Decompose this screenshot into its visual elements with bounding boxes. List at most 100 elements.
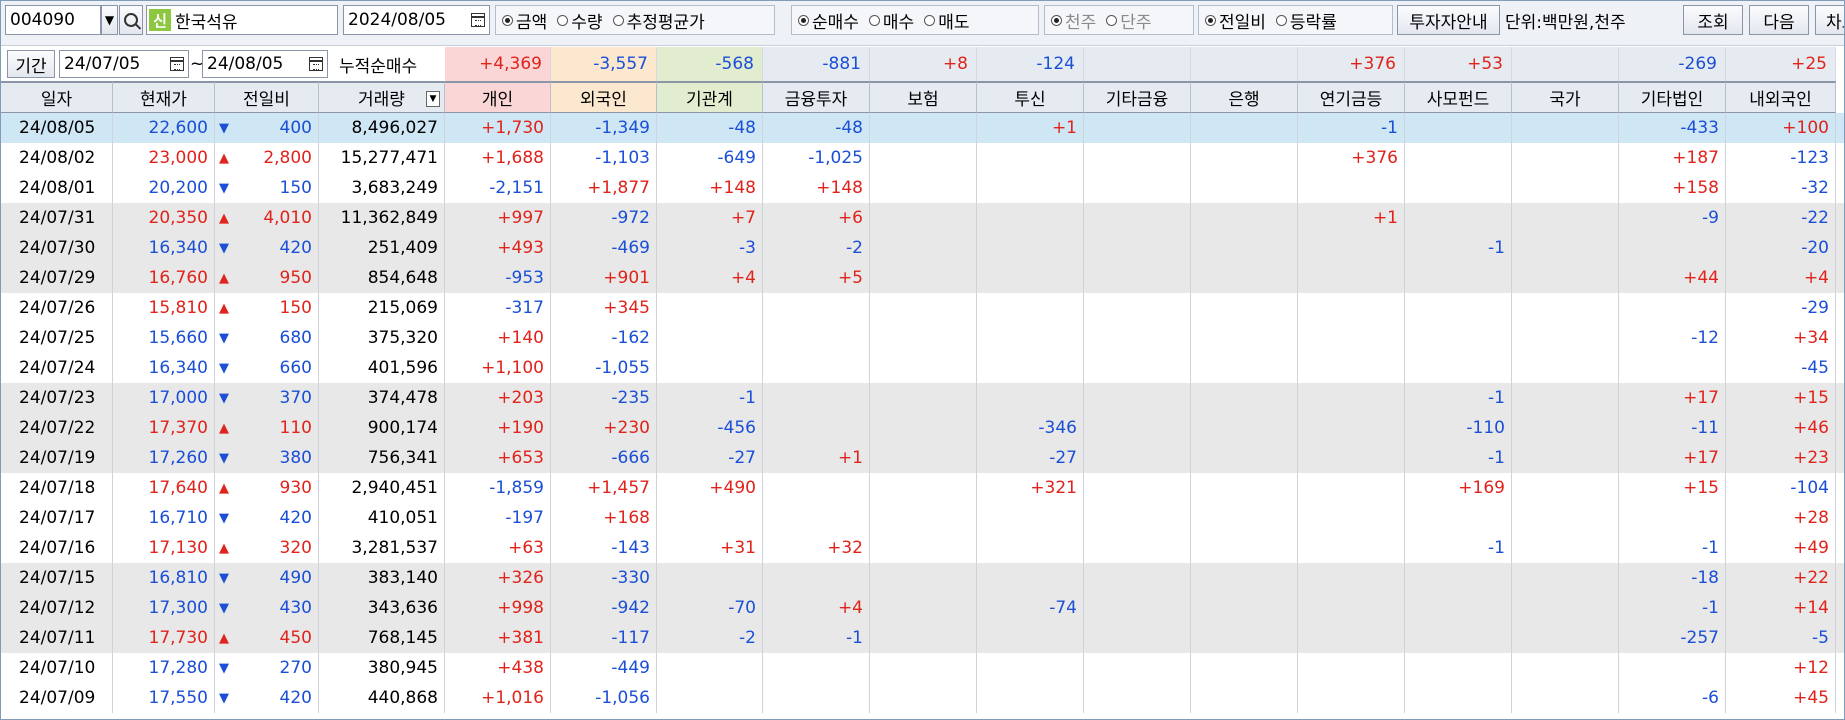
radio-net-buy[interactable]: 순매수 [798, 8, 859, 33]
cell-price: 17,730 [113, 623, 215, 653]
cell-nation [1512, 533, 1619, 563]
table-row[interactable]: 24/07/25 15,660 ▼ 680 375,320 +140 -162 -12 +34 [1, 323, 1844, 353]
table-row[interactable]: 24/07/24 16,340 ▼ 660 401,596 +1,100 -1,055 -45 [1, 353, 1844, 383]
cell-personal: +203 [445, 383, 551, 413]
table-row[interactable]: 24/07/12 17,300 ▼ 430 343,636 +998 -942 -70 +4 -7… [1, 593, 1844, 623]
table-row[interactable]: 24/07/19 17,260 ▼ 380 756,341 +653 -666 -27 +1 -2… [1, 443, 1844, 473]
cell-bank [1191, 533, 1298, 563]
cell-institution: -70 [657, 593, 763, 623]
cell-institution: +490 [657, 473, 763, 503]
cell-domestic-foreign: +4 [1726, 263, 1836, 293]
column-header-volume[interactable]: 거래량 ▼ [319, 81, 445, 113]
cell-change: ▼ 380 [215, 443, 319, 473]
radio-quantity[interactable]: 수량 [557, 8, 603, 33]
search-button[interactable] [119, 5, 143, 35]
table-row[interactable]: 24/07/11 17,730 ▲ 450 768,145 +381 -117 -2 -1 -25… [1, 623, 1844, 653]
table-row[interactable]: 24/07/23 17,000 ▼ 370 374,478 +203 -235 -1 -1 +17… [1, 383, 1844, 413]
table-row[interactable]: 24/07/26 15,810 ▲ 150 215,069 -317 +345 -29 [1, 293, 1844, 323]
cell-other-corp: +15 [1619, 473, 1726, 503]
column-header-other-corp[interactable]: 기타법인 [1619, 81, 1726, 113]
column-header-insurance[interactable]: 보험 [870, 81, 977, 113]
cell-institution [657, 353, 763, 383]
unit-label: 단위:백만원,천주 [1505, 12, 1626, 33]
cell-pension [1298, 263, 1405, 293]
column-header-other-finance[interactable]: 기타금융 [1084, 81, 1191, 113]
table-row[interactable]: 24/08/01 20,200 ▼ 150 3,683,249 -2,151 +1,877 +… [1, 173, 1844, 203]
radio-prev-day[interactable]: 전일비 [1205, 8, 1266, 33]
cell-institution: -2 [657, 623, 763, 653]
stock-code-input[interactable]: 004090 [5, 5, 101, 35]
cell-bank [1191, 173, 1298, 203]
cell-price: 17,640 [113, 473, 215, 503]
cell-volume: 3,281,537 [319, 533, 445, 563]
calendar-icon[interactable] [170, 57, 184, 71]
sort-dropdown-icon[interactable]: ▼ [426, 91, 440, 107]
column-header-date[interactable]: 일자 [1, 81, 113, 113]
period-to-input[interactable]: 24/08/05 [202, 50, 328, 78]
chart-button[interactable]: 차트 [1815, 5, 1844, 35]
radio-thousand-shares[interactable]: 천주 [1051, 8, 1096, 33]
change-value: 270 [279, 658, 312, 678]
table-row[interactable]: 24/08/02 23,000 ▲ 2,800 15,277,471 +1,688 -1,1… [1, 143, 1844, 173]
calendar-icon[interactable] [309, 57, 323, 71]
table-row[interactable]: 24/07/29 16,760 ▲ 950 854,648 -953 +901 +4 +5 +44… [1, 263, 1844, 293]
cell-foreign: -449 [551, 653, 657, 683]
radio-change-rate[interactable]: 등락률 [1275, 8, 1337, 33]
query-button[interactable]: 조회 [1683, 5, 1743, 35]
table-row[interactable]: 24/07/16 17,130 ▲ 320 3,281,537 +63 -143 +31 +32… [1, 533, 1844, 563]
code-dropdown-button[interactable]: ▼ [101, 5, 118, 35]
radio-single-shares[interactable]: 단주 [1106, 8, 1152, 33]
column-header-price[interactable]: 현재가 [113, 81, 215, 113]
column-header-foreign[interactable]: 외국인 [551, 81, 657, 113]
column-header-private-fund[interactable]: 사모펀드 [1405, 81, 1512, 113]
table-row[interactable]: 24/07/17 16,710 ▼ 420 410,051 -197 +168 +28 [1, 503, 1844, 533]
cell-price: 16,340 [113, 353, 215, 383]
up-arrow-icon: ▲ [219, 300, 229, 316]
table-row[interactable]: 24/07/09 17,550 ▼ 420 440,868 +1,016 -1,056 -6 +… [1, 683, 1844, 713]
cell-volume: 15,277,471 [319, 143, 445, 173]
column-header-investment-trust[interactable]: 투신 [977, 81, 1084, 113]
cell-insurance [870, 473, 977, 503]
table-row[interactable]: 24/08/05 22,600 ▼ 400 8,496,027 +1,730 -1,349-… [1, 113, 1844, 143]
table-row[interactable]: 24/07/22 17,370 ▲ 110 900,174 +190 +230 -456 -34… [1, 413, 1844, 443]
column-header-pension[interactable]: 연기금등 [1298, 81, 1405, 113]
down-arrow-icon: ▼ [219, 570, 229, 586]
column-header-bank[interactable]: 은행 [1191, 81, 1298, 113]
cell-financial-invest [763, 503, 870, 533]
column-header-financial-invest[interactable]: 금융투자 [763, 81, 870, 113]
table-row[interactable]: 24/07/31 20,350 ▲ 4,010 11,362,849 +997 -972 +7… [1, 203, 1844, 233]
next-button[interactable]: 다음 [1749, 5, 1809, 35]
table-row[interactable]: 24/07/30 16,340 ▼ 420 251,409 +493 -469 -3 -2 -1 -… [1, 233, 1844, 263]
calendar-icon[interactable] [471, 13, 485, 27]
column-header-domestic-foreign[interactable]: 내외국인 [1726, 81, 1836, 113]
column-header-nation[interactable]: 국가 [1512, 81, 1619, 113]
stock-name-field[interactable]: 신 한국석유 [146, 5, 338, 35]
cell-volume: 900,174 [319, 413, 445, 443]
cell-bank [1191, 473, 1298, 503]
up-arrow-icon: ▲ [219, 210, 229, 226]
cell-insurance [870, 353, 977, 383]
cell-institution: +148 [657, 173, 763, 203]
cell-bank [1191, 353, 1298, 383]
radio-estimated-avg[interactable]: 추정평균가 [612, 8, 705, 33]
investor-guide-button[interactable]: 투자자안내 [1397, 5, 1500, 35]
column-header-personal[interactable]: 개인 [445, 81, 551, 113]
cell-insurance [870, 233, 977, 263]
cell-nation [1512, 323, 1619, 353]
cell-price: 23,000 [113, 143, 215, 173]
cell-date: 24/08/01 [1, 173, 113, 203]
table-row[interactable]: 24/07/15 16,810 ▼ 490 383,140 +326 -330 -18 +22 [1, 563, 1844, 593]
radio-sell[interactable]: 매도 [924, 8, 969, 33]
change-value: 450 [279, 628, 312, 648]
radio-amount[interactable]: 금액 [502, 8, 547, 33]
cell-pension [1298, 503, 1405, 533]
table-row[interactable]: 24/07/18 17,640 ▲ 930 2,940,451 -1,859 +1,457 +… [1, 473, 1844, 503]
table-row[interactable]: 24/07/10 17,280 ▼ 270 380,945 +438 -449 +12 [1, 653, 1844, 683]
period-from-input[interactable]: 24/07/05 [59, 50, 189, 78]
down-arrow-icon: ▼ [219, 510, 229, 526]
date-input[interactable]: 2024/08/05 [343, 5, 490, 35]
cell-volume: 343,636 [319, 593, 445, 623]
column-header-change[interactable]: 전일비 [215, 81, 319, 113]
radio-buy[interactable]: 매수 [868, 8, 914, 33]
column-header-institution[interactable]: 기관계 [657, 81, 763, 113]
